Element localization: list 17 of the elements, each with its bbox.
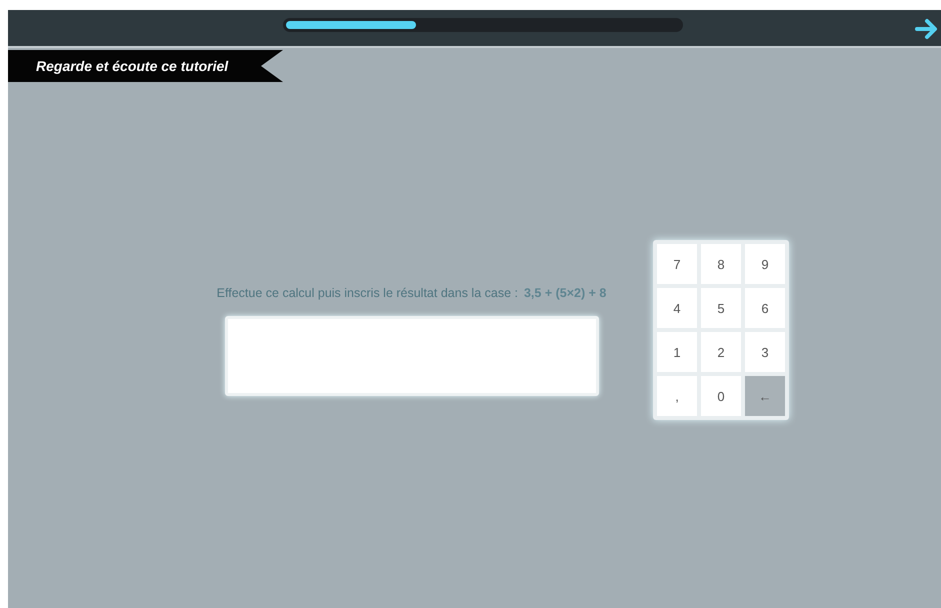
arrow-right-icon: [915, 18, 939, 40]
calculation-expression: 3,5 + (5×2) + 8: [524, 286, 606, 300]
keypad-key[interactable]: 4: [657, 288, 697, 328]
keypad-key[interactable]: 8: [701, 244, 741, 284]
question-text: Effectue ce calcul puis inscris le résultat dans la case :: [216, 286, 518, 300]
keypad-key[interactable]: 3: [745, 332, 785, 372]
keypad-key[interactable]: 5: [701, 288, 741, 328]
keypad-key[interactable]: 2: [701, 332, 741, 372]
banner-title: Regarde et écoute ce tutoriel: [35, 58, 228, 74]
answer-field[interactable]: [224, 316, 598, 396]
keypad-key[interactable]: 1: [657, 332, 697, 372]
keypad-key[interactable]: 0: [701, 376, 741, 416]
keypad-key[interactable]: 6: [745, 288, 785, 328]
next-button[interactable]: [915, 18, 939, 40]
keypad-key[interactable]: ,: [657, 376, 697, 416]
keypad-key[interactable]: 7: [657, 244, 697, 284]
keypad-key[interactable]: 9: [745, 244, 785, 284]
